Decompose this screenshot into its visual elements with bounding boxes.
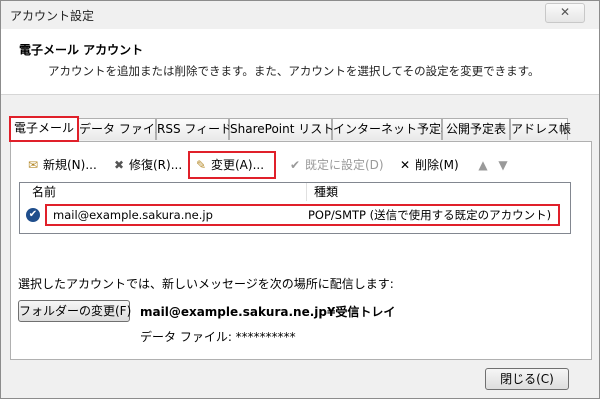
change-folder-button[interactable]: フォルダーの変更(F) [18, 300, 131, 322]
header-title: 電子メール アカウント [19, 43, 144, 57]
change-label: 変更(A)... [211, 158, 265, 172]
account-list[interactable]: 名前 種類 ✔ mail@example.sakura.ne.jp POP/SM… [19, 182, 571, 234]
email-tab-panel: ✉ 新規(N)... ✖ 修復(R)... ✎ 変更(A)... ✔ 既定に設定(D) … [10, 141, 592, 360]
set-default-button[interactable]: ✔ 既定に設定(D) [287, 155, 384, 175]
new-mail-icon: ✉ [27, 158, 39, 172]
account-name: mail@example.sakura.ne.jp [53, 208, 213, 222]
repair-button[interactable]: ✖ 修復(R)... [111, 155, 182, 175]
new-account-button[interactable]: ✉ 新規(N)... [25, 155, 97, 175]
delivery-description: 選択したアカウントでは、新しいメッセージを次の場所に配信します: [18, 277, 394, 291]
new-account-label: 新規(N)... [43, 158, 97, 172]
arrow-down-icon: ▼ [498, 158, 508, 172]
header-panel: 電子メール アカウント アカウントを追加または削除できます。また、アカウントを選… [1, 29, 599, 95]
check-circle-icon: ✔ [289, 158, 301, 172]
delivery-location: mail@example.sakura.ne.jp¥受信トレイ [140, 305, 396, 319]
account-row[interactable]: ✔ mail@example.sakura.ne.jp POP/SMTP (送信… [20, 204, 570, 226]
tab-data-files[interactable]: データ ファイル [78, 118, 167, 140]
move-down-button[interactable]: ▼ [495, 155, 513, 175]
column-header-name[interactable]: 名前 [26, 183, 56, 201]
delete-label: 削除(M) [415, 158, 459, 172]
wrench-icon: ✖ [113, 158, 125, 172]
data-file-path: データ ファイル: ********** [140, 330, 296, 344]
column-header-type[interactable]: 種類 [308, 183, 338, 201]
x-icon: ✕ [399, 158, 411, 172]
repair-label: 修復(R)... [129, 158, 183, 172]
close-icon: ✕ [559, 5, 571, 19]
window-title: アカウント設定 [10, 9, 95, 23]
move-up-button[interactable]: ▲ [475, 155, 493, 175]
title-bar: アカウント設定 ✕ [1, 1, 599, 29]
tab-internet-calendars[interactable]: インターネット予定表 [332, 118, 453, 140]
tab-rss-feeds[interactable]: RSS フィード [156, 118, 232, 140]
default-account-check-icon: ✔ [26, 208, 40, 222]
close-button[interactable]: 閉じる(C) [485, 368, 569, 390]
change-settings-icon: ✎ [195, 158, 207, 172]
change-button[interactable]: ✎ 変更(A)... [188, 151, 276, 179]
account-settings-window: アカウント設定 ✕ 電子メール アカウント アカウントを追加または削除できます。… [0, 0, 600, 399]
arrow-up-icon: ▲ [478, 158, 488, 172]
account-type: POP/SMTP (送信で使用する既定のアカウント) [308, 208, 552, 222]
tab-sharepoint-lists[interactable]: SharePoint リスト [229, 118, 334, 140]
set-default-label: 既定に設定(D) [305, 158, 384, 172]
tab-email[interactable]: 電子メール [9, 116, 79, 142]
delete-button[interactable]: ✕ 削除(M) [397, 155, 459, 175]
header-subtitle: アカウントを追加または削除できます。また、アカウントを選択してその設定を変更でき… [48, 64, 540, 78]
tab-address-books[interactable]: アドレス帳 [510, 118, 571, 140]
window-close-button[interactable]: ✕ [545, 3, 585, 23]
column-divider[interactable] [306, 183, 307, 201]
tab-published-calendars[interactable]: 公開予定表 [442, 118, 510, 140]
